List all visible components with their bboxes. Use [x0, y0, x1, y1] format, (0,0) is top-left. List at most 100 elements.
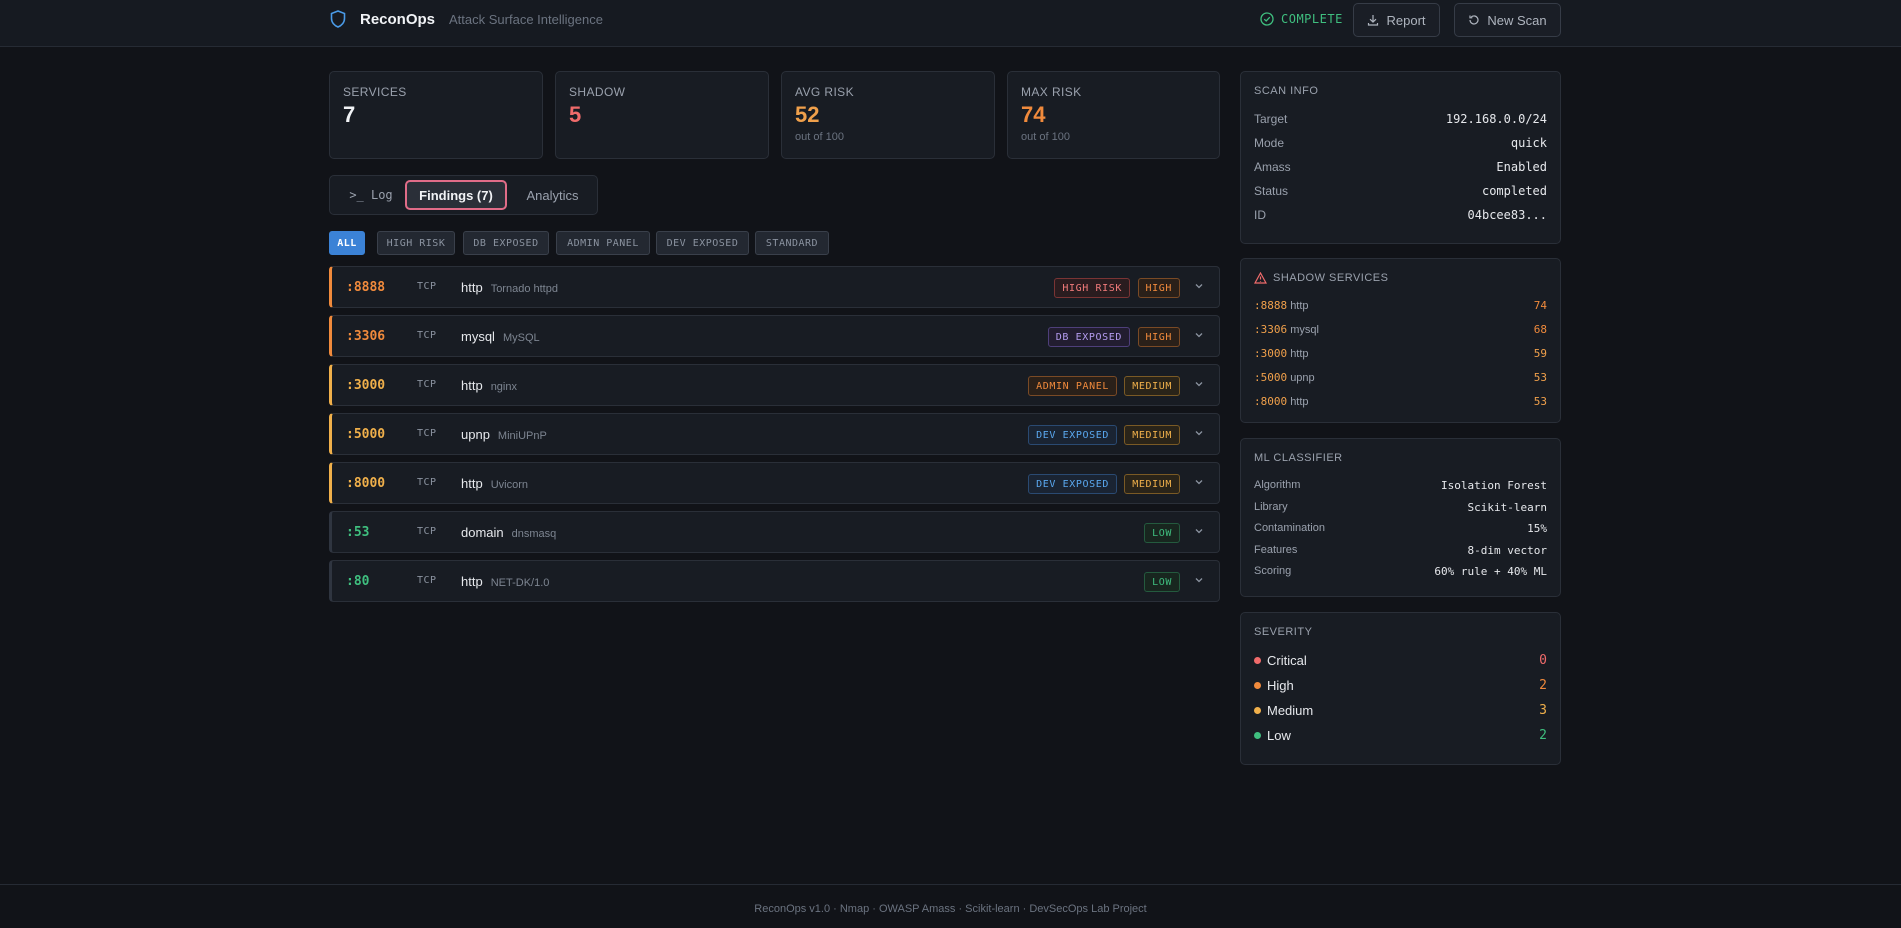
- severity-label: High: [1267, 678, 1294, 693]
- chevron-down-icon[interactable]: [1193, 574, 1205, 586]
- brand: ReconOps Attack Surface Intelligence: [330, 10, 603, 28]
- finding-row[interactable]: :80 TCP http NET-DK/1.0 LOW: [329, 560, 1220, 602]
- finding-protocol: TCP: [417, 526, 437, 537]
- shadow-service-row[interactable]: :8888 http 74: [1254, 299, 1547, 312]
- finding-port: :8000: [346, 476, 386, 491]
- category-badge: DEV EXPOSED: [1028, 474, 1117, 494]
- shadow-service: http: [1290, 348, 1309, 360]
- row-key: Amass: [1254, 160, 1291, 174]
- top-bar: ReconOps Attack Surface Intelligence COM…: [0, 0, 1901, 47]
- tab-analytics[interactable]: Analytics: [510, 180, 595, 210]
- finding-port: :3306: [346, 329, 386, 344]
- category-badge: DB EXPOSED: [1047, 327, 1130, 347]
- report-button[interactable]: Report: [1353, 3, 1440, 37]
- finding-service: domain dnsmasq: [461, 525, 556, 540]
- shadow-port: :5000: [1254, 371, 1288, 384]
- new-scan-button[interactable]: New Scan: [1454, 3, 1561, 37]
- chevron-down-icon[interactable]: [1193, 378, 1205, 390]
- service-product: Tornado httpd: [490, 283, 558, 295]
- service-name: upnp: [461, 427, 490, 442]
- row-value: 192.168.0.0/24: [1445, 112, 1547, 126]
- filter-standard[interactable]: STANDARD: [755, 231, 829, 255]
- row-value: 04bcee83...: [1467, 208, 1547, 222]
- row-key: Status: [1254, 184, 1289, 198]
- service-name: http: [461, 574, 483, 589]
- tab-log[interactable]: >_ Log: [338, 180, 404, 210]
- ml-row: Features 8-dim vector: [1254, 544, 1547, 557]
- chevron-down-icon[interactable]: [1193, 280, 1205, 292]
- shadow-service-row[interactable]: :5000 upnp 53: [1254, 371, 1547, 384]
- finding-row[interactable]: :3000 TCP http nginx ADMIN PANEL MEDIUM: [329, 364, 1220, 406]
- finding-row[interactable]: :53 TCP domain dnsmasq LOW: [329, 511, 1220, 553]
- filter-admin-panel[interactable]: ADMIN PANEL: [556, 231, 650, 255]
- tab-findings[interactable]: Findings (7): [405, 180, 507, 210]
- chevron-down-icon[interactable]: [1193, 329, 1205, 341]
- chevron-down-icon[interactable]: [1193, 476, 1205, 488]
- shadow-service-row[interactable]: :3000 http 59: [1254, 347, 1547, 360]
- panel-title: SCAN INFO: [1254, 85, 1319, 97]
- scan-info-row: ID 04bcee83...: [1254, 208, 1547, 222]
- row-value: completed: [1481, 184, 1547, 198]
- shadow-score: 74: [1533, 299, 1547, 312]
- panel-title: SEVERITY: [1254, 626, 1313, 638]
- finding-protocol: TCP: [417, 281, 437, 292]
- stat-value: 7: [343, 102, 356, 127]
- severity-badge: LOW: [1144, 523, 1180, 543]
- finding-row[interactable]: :8888 TCP http Tornado httpd HIGH RISK HI…: [329, 266, 1220, 308]
- row-key: Features: [1254, 544, 1298, 556]
- chevron-down-icon[interactable]: [1193, 525, 1205, 537]
- stat-label: MAX RISK: [1021, 85, 1082, 99]
- report-label: Report: [1386, 12, 1426, 28]
- shadow-service-row[interactable]: :3306 mysql 68: [1254, 323, 1547, 336]
- shadow-service: mysql: [1290, 324, 1319, 336]
- severity-dot: [1254, 682, 1261, 689]
- chevron-down-icon[interactable]: [1193, 427, 1205, 439]
- category-badge: DEV EXPOSED: [1028, 425, 1117, 445]
- stat-sub: out of 100: [1021, 131, 1070, 143]
- severity-dot: [1254, 732, 1261, 739]
- stat-label: AVG RISK: [795, 85, 854, 99]
- filter-dev-exposed[interactable]: DEV EXPOSED: [656, 231, 749, 255]
- finding-row[interactable]: :5000 TCP upnp MiniUPnP DEV EXPOSED MEDIU…: [329, 413, 1220, 455]
- service-product: MiniUPnP: [497, 430, 547, 442]
- service-name: http: [461, 476, 483, 491]
- filter-db-exposed[interactable]: DB EXPOSED: [463, 231, 549, 255]
- stat-card-avg-risk: AVG RISK 52 out of 100: [781, 71, 995, 159]
- filter-high-risk[interactable]: HIGH RISK: [377, 231, 455, 255]
- finding-row[interactable]: :8000 TCP http Uvicorn DEV EXPOSED MEDIUM: [329, 462, 1220, 504]
- severity-panel: SEVERITY Critical 0 High 2 Medium 3 Low 2: [1240, 612, 1561, 765]
- severity-label: Critical: [1267, 653, 1307, 668]
- finding-protocol: TCP: [417, 477, 437, 488]
- ml-row: Scoring 60% rule + 40% ML: [1254, 565, 1547, 578]
- row-key: Scoring: [1254, 565, 1292, 577]
- service-product: Uvicorn: [490, 479, 528, 491]
- row-key: Library: [1254, 501, 1288, 513]
- severity-label: Medium: [1267, 703, 1314, 718]
- scan-info-row: Target 192.168.0.0/24: [1254, 112, 1547, 126]
- app-tagline: Attack Surface Intelligence: [449, 11, 603, 27]
- finding-row[interactable]: :3306 TCP mysql MySQL DB EXPOSED HIGH: [329, 315, 1220, 357]
- stat-value: 5: [569, 102, 582, 127]
- filter-all[interactable]: ALL: [329, 231, 365, 255]
- shadow-score: 53: [1533, 395, 1547, 408]
- shadow-port: :8888: [1254, 299, 1288, 312]
- finding-service: upnp MiniUPnP: [461, 427, 547, 442]
- severity-label: Low: [1267, 728, 1291, 743]
- shadow-service-row[interactable]: :8000 http 53: [1254, 395, 1547, 408]
- severity-badge: HIGH: [1137, 327, 1180, 347]
- ml-row: Algorithm Isolation Forest: [1254, 479, 1547, 492]
- severity-count: 2: [1539, 678, 1547, 693]
- finding-service: http nginx: [461, 378, 517, 393]
- ml-row: Contamination 15%: [1254, 522, 1547, 535]
- app-name: ReconOps: [360, 10, 436, 28]
- severity-count: 3: [1539, 703, 1547, 718]
- severity-dot: [1254, 707, 1261, 714]
- footer: ReconOps v1.0 · Nmap · OWASP Amass · Sci…: [0, 884, 1901, 928]
- stat-card-max-risk: MAX RISK 74 out of 100: [1007, 71, 1220, 159]
- stat-label: SHADOW: [569, 85, 626, 99]
- category-badge: ADMIN PANEL: [1028, 376, 1117, 396]
- severity-badge: MEDIUM: [1124, 376, 1180, 396]
- row-key: Algorithm: [1254, 479, 1301, 491]
- panel-title-wrap: SHADOW SERVICES: [1254, 272, 1389, 284]
- shadow-port: :8000: [1254, 395, 1288, 408]
